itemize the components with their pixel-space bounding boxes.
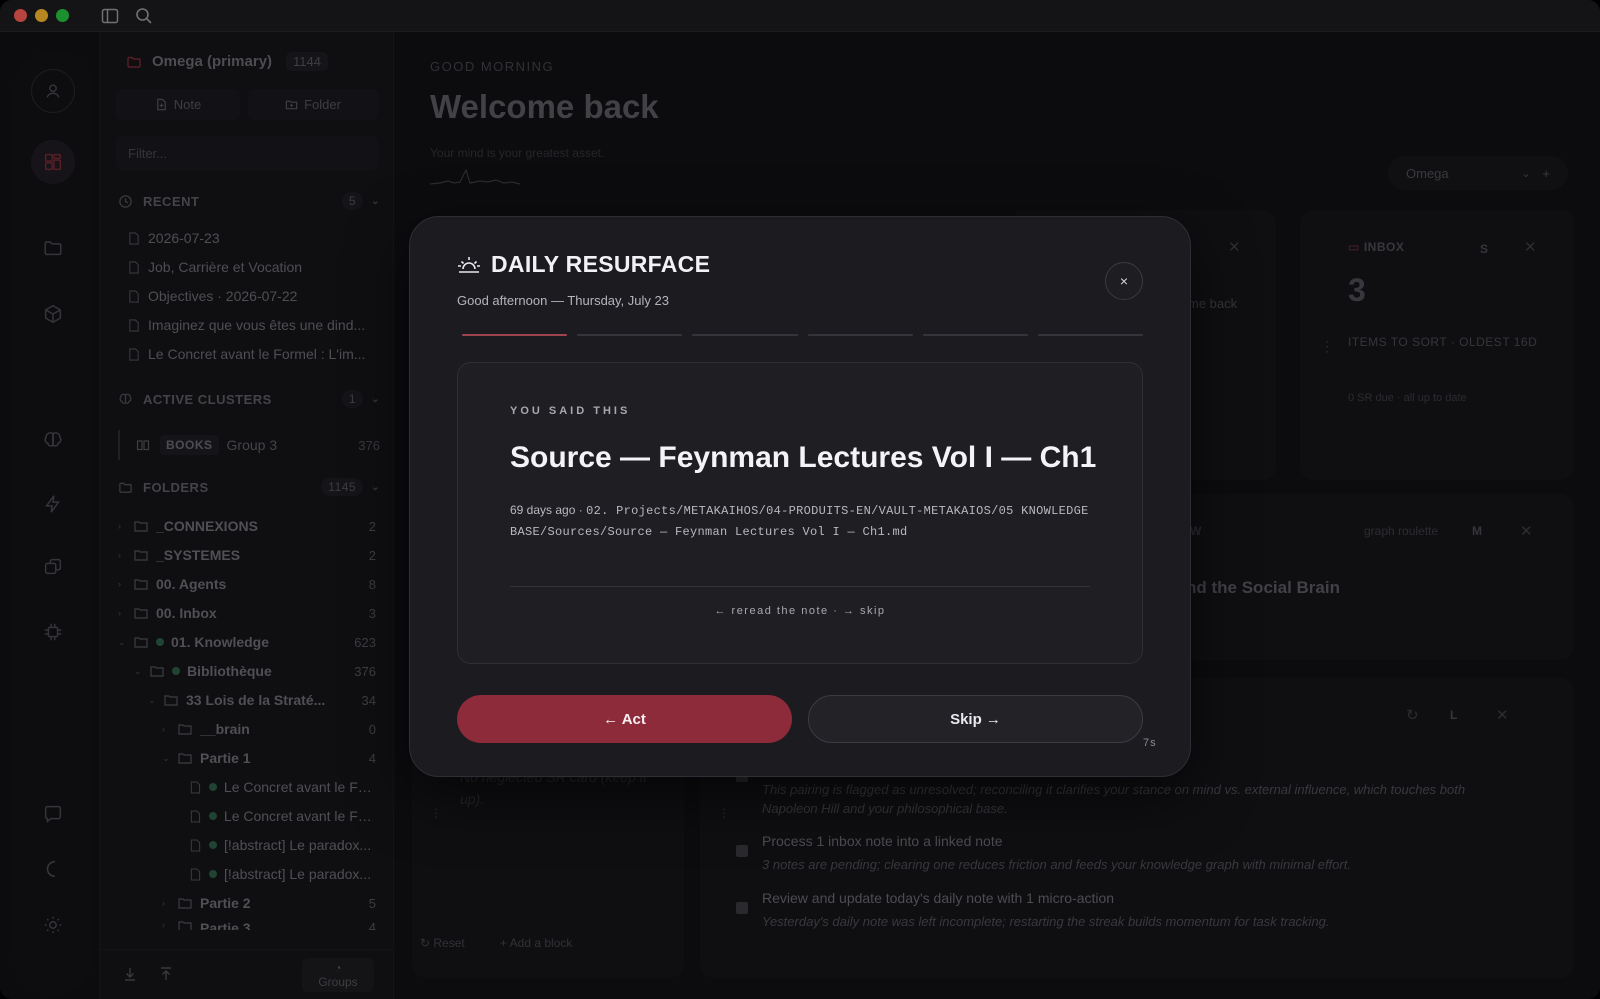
modal-header: DAILY RESURFACE [457,251,710,278]
note-path: 02. Projects/METAKAIHOS/04-PRODUITS-EN/V… [510,504,1089,539]
daily-resurface-modal: DAILY RESURFACE Good afternoon — Thursda… [409,216,1191,777]
resurfaced-note-card: YOU SAID THIS Source — Feynman Lectures … [457,362,1143,664]
app-window: Omega (primary) 1144 Note Folder RECENT … [0,0,1600,999]
divider [510,586,1090,587]
progress-step [1037,334,1144,336]
progress-steps [462,334,1144,337]
modal-title: DAILY RESURFACE [491,251,711,277]
progress-step [692,334,798,336]
note-kicker: YOU SAID THIS [510,405,631,417]
note-age: 69 days ago · [510,503,587,517]
act-button[interactable]: ← Act [457,695,792,743]
note-meta: 69 days ago · 02. Projects/METAKAIHOS/04… [510,500,1090,542]
sunrise-icon [458,256,480,273]
timer-label: 7s [1143,737,1157,749]
progress-step [922,334,1028,336]
progress-step [807,334,913,336]
modal-close-button[interactable]: × [1105,262,1143,300]
modal-subtitle: Good afternoon — Thursday, July 23 [457,293,669,308]
keyboard-hint: ← reread the note · → skip [714,605,886,617]
skip-button[interactable]: Skip → [808,695,1143,743]
note-title[interactable]: Source — Feynman Lectures Vol I — Ch1 [510,441,1096,475]
progress-step [462,334,568,336]
progress-step [577,334,683,336]
